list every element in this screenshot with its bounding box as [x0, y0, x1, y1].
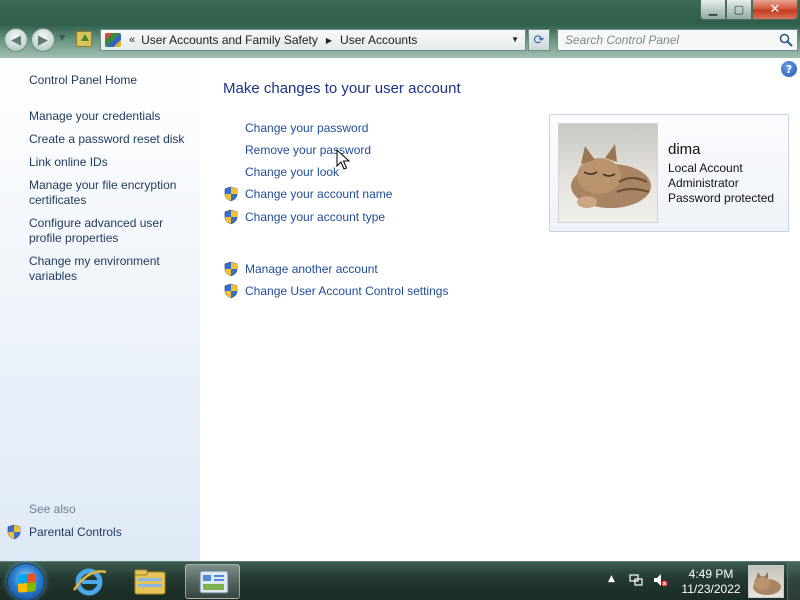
- parental-controls-link[interactable]: Parental Controls: [6, 524, 122, 540]
- system-clock[interactable]: 4:49 PM 11/23/2022: [676, 567, 746, 597]
- maximize-button[interactable]: ▢: [726, 0, 752, 20]
- change-account-name-link[interactable]: Change your account name: [223, 186, 392, 202]
- chevron-right-icon[interactable]: ▶: [326, 36, 332, 45]
- change-environment-variables-link[interactable]: Change my environment variables: [29, 254, 194, 284]
- internet-explorer-icon: [72, 568, 107, 596]
- address-dropdown-icon[interactable]: ▼: [511, 35, 519, 44]
- window-controls: ▁ ▢ ✕: [700, 0, 798, 20]
- folder-icon: [134, 569, 166, 595]
- task-label: Change User Account Control settings: [245, 284, 449, 298]
- change-uac-settings-link[interactable]: Change User Account Control settings: [223, 283, 448, 299]
- taskbar-control-panel[interactable]: [185, 564, 240, 599]
- taskbar-windows-explorer[interactable]: [123, 564, 178, 599]
- control-panel-icon: [105, 33, 121, 47]
- account-role: Administrator: [668, 176, 739, 190]
- parental-controls-label: Parental Controls: [29, 525, 122, 539]
- account-card: dima Local Account Administrator Passwor…: [549, 114, 789, 232]
- taskbar-internet-explorer[interactable]: [62, 564, 117, 599]
- clock-date: 11/23/2022: [681, 582, 741, 596]
- task-label: Change your account type: [245, 210, 386, 224]
- task-label: Change your look: [245, 165, 340, 179]
- task-label: Change your account name: [245, 187, 393, 201]
- uac-shield-icon: [224, 209, 238, 225]
- forward-button[interactable]: ▶: [31, 28, 55, 52]
- task-label: Manage another account: [245, 262, 378, 276]
- recent-pages-dropdown-icon[interactable]: ▼: [59, 33, 65, 42]
- search-icon[interactable]: [779, 33, 793, 47]
- mouse-cursor-icon: [336, 149, 350, 170]
- manage-credentials-link[interactable]: Manage your credentials: [29, 109, 194, 124]
- show-hidden-icons-button[interactable]: ▲: [608, 574, 615, 584]
- search-placeholder: Search Control Panel: [565, 33, 680, 47]
- user-picture-tile[interactable]: [748, 565, 784, 598]
- manage-file-encryption-link[interactable]: Manage your file encryption certificates: [29, 178, 194, 208]
- kitten-thumbnail-icon: [753, 572, 781, 595]
- task-pane: Control Panel Home Manage your credentia…: [0, 58, 200, 561]
- account-type: Local Account: [668, 161, 743, 175]
- account-name: dima: [668, 141, 701, 158]
- navigation-bar: ◀ ▶ ▼ « User Accounts and Family Safety …: [0, 27, 800, 53]
- uac-shield-icon: [224, 283, 238, 299]
- breadcrumb-user-accounts[interactable]: User Accounts: [340, 33, 417, 47]
- volume-muted-icon[interactable]: [652, 572, 668, 588]
- close-button[interactable]: ✕: [752, 0, 798, 20]
- back-button[interactable]: ◀: [4, 28, 28, 52]
- configure-profile-properties-link[interactable]: Configure advanced user profile properti…: [29, 216, 194, 246]
- account-password-status: Password protected: [668, 191, 775, 205]
- task-label: Remove your password: [245, 143, 372, 157]
- manage-another-account-link[interactable]: Manage another account: [223, 261, 378, 277]
- kitten-picture-icon: [571, 144, 651, 208]
- network-icon[interactable]: [628, 572, 644, 588]
- search-input[interactable]: Search Control Panel: [557, 29, 798, 51]
- uac-shield-icon: [224, 261, 238, 277]
- control-panel-icon: [199, 570, 229, 594]
- help-icon[interactable]: ?: [781, 61, 797, 77]
- task-label: Change your password: [245, 121, 369, 135]
- show-desktop-button[interactable]: [787, 562, 800, 600]
- taskbar: ▲ 4:49 PM 11/23/2022: [0, 561, 800, 600]
- uac-shield-icon: [7, 524, 21, 540]
- uac-shield-icon: [224, 186, 238, 202]
- page-title: Make changes to your user account: [223, 80, 461, 97]
- avatar[interactable]: [558, 123, 658, 223]
- refresh-button[interactable]: ⟳: [528, 29, 550, 51]
- change-account-type-link[interactable]: Change your account type: [223, 209, 385, 225]
- minimize-button[interactable]: ▁: [700, 0, 726, 20]
- address-bar[interactable]: « User Accounts and Family Safety ▶ User…: [100, 29, 526, 51]
- up-arrow-icon[interactable]: [76, 31, 92, 47]
- breadcrumb-user-accounts-family-safety[interactable]: User Accounts and Family Safety: [141, 33, 318, 47]
- start-button[interactable]: [7, 563, 45, 600]
- control-panel-home-link[interactable]: Control Panel Home: [29, 73, 194, 88]
- create-password-reset-disk-link[interactable]: Create a password reset disk: [29, 132, 194, 147]
- refresh-icon: ⟳: [533, 32, 545, 48]
- content-area: Control Panel Home Manage your credentia…: [0, 58, 800, 561]
- breadcrumb-overflow-icon[interactable]: «: [129, 34, 135, 46]
- clock-time: 4:49 PM: [688, 567, 734, 581]
- see-also-heading: See also: [29, 502, 76, 516]
- link-online-ids-link[interactable]: Link online IDs: [29, 155, 194, 170]
